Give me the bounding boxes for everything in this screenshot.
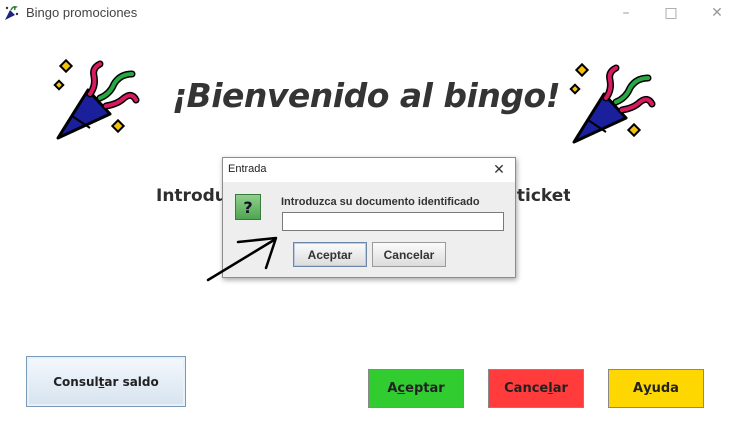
welcome-heading: ¡Bienvenido al bingo! [172,76,561,115]
instruction-text-left: Introdu [156,186,227,206]
dialog-titlebar: Entrada ✕ [223,158,515,182]
accept-mnemonic: c [397,381,406,396]
close-window-button[interactable]: ✕ [694,0,738,26]
consult-balance-button[interactable]: Consul t ar saldo [26,356,186,407]
party-popper-icon [53,58,140,140]
dialog-prompt: Introduzca su documento identificado [281,196,480,208]
dialog-close-button[interactable]: ✕ [487,160,511,180]
help-label-pre: A [633,381,644,396]
annotation-arrow-icon [206,236,278,282]
help-mnemonic: y [643,381,652,396]
minimize-button[interactable]: – [603,0,649,26]
accept-label-pre: A [387,381,398,396]
app-icon [5,6,19,20]
window-title: Bingo promociones [26,5,138,20]
document-id-input[interactable] [282,212,504,231]
dialog-cancel-button[interactable]: Cancelar [372,242,446,267]
question-icon: ? [235,194,261,220]
accept-label-post: eptar [405,381,445,396]
help-label-post: uda [651,381,679,396]
dialog-ok-button[interactable]: Aceptar [293,242,367,267]
consult-balance-label-post: ar saldo [104,374,159,389]
cancel-label-post: ar [552,381,568,396]
instruction-text-right: ticket [516,186,570,206]
cancel-label-pre: Cance [504,381,549,396]
help-button[interactable]: Ay uda [608,369,704,408]
window-titlebar: Bingo promociones – □ ✕ [0,0,738,26]
accept-button[interactable]: Ac eptar [368,369,464,408]
party-popper-icon [569,62,656,144]
maximize-button[interactable]: □ [648,0,694,26]
consult-balance-label-pre: Consul [53,374,99,389]
cancel-button[interactable]: Cance l ar [488,369,584,408]
dialog-title: Entrada [228,163,267,175]
